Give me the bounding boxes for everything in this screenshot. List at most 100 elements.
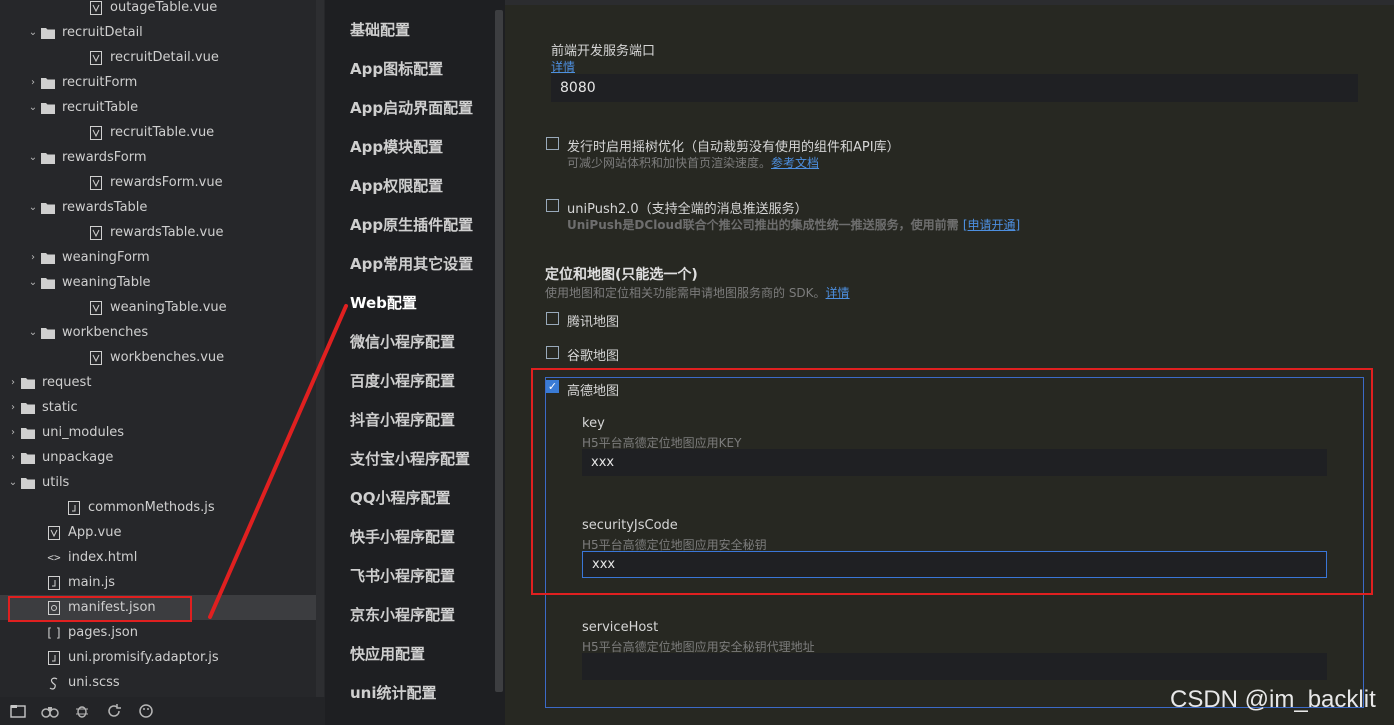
unipush-apply-link[interactable]: [申请开通] — [963, 218, 1020, 232]
tree-item-label: request — [42, 375, 92, 390]
nav-item[interactable]: 微信小程序配置 — [350, 331, 455, 352]
chevron-right-icon[interactable]: › — [6, 402, 20, 413]
chevron-down-icon[interactable]: ⌄ — [26, 27, 40, 38]
tree-file[interactable]: uni.scss — [0, 670, 318, 695]
unipush-description: UniPush是DCloud联合个推公司推出的集成性统一推送服务，使用前需 [申… — [567, 218, 1021, 232]
nav-item[interactable]: App模块配置 — [350, 136, 443, 157]
tree-folder[interactable]: ⌄ workbenches — [0, 320, 318, 345]
chevron-right-icon[interactable]: › — [26, 77, 40, 88]
folder-icon — [20, 377, 36, 389]
unipush-checkbox[interactable] — [546, 199, 559, 212]
tree-item-label: recruitTable — [62, 100, 139, 115]
watermark: CSDN @im_backlit — [1170, 686, 1376, 713]
tree-file[interactable]: uni.promisify.adaptor.js — [0, 645, 318, 670]
nav-item[interactable]: 支付宝小程序配置 — [350, 448, 470, 469]
chevron-down-icon[interactable]: ⌄ — [26, 102, 40, 113]
nav-item[interactable]: 抖音小程序配置 — [350, 409, 455, 430]
bug-icon[interactable] — [70, 700, 94, 722]
palette-icon[interactable] — [134, 700, 158, 722]
files-icon[interactable] — [6, 700, 30, 722]
amap-highlight-box — [531, 368, 1373, 595]
tree-folder[interactable]: › unpackage — [0, 445, 318, 470]
chevron-down-icon[interactable]: ⌄ — [26, 277, 40, 288]
tree-item-label: workbenches.vue — [110, 350, 225, 365]
folder-icon — [20, 452, 36, 464]
nav-item[interactable]: App原生插件配置 — [350, 214, 473, 235]
chevron-right-icon[interactable]: › — [26, 252, 40, 263]
chevron-right-icon[interactable]: › — [6, 377, 20, 388]
nav-item[interactable]: 百度小程序配置 — [350, 370, 455, 391]
folder-icon — [20, 477, 36, 489]
js-file-icon — [46, 650, 62, 665]
tree-folder[interactable]: › recruitForm — [0, 70, 318, 95]
explorer-scrollbar[interactable] — [316, 0, 324, 700]
service-host-label: serviceHost — [582, 620, 659, 635]
tree-folder[interactable]: ⌄ weaningTable — [0, 270, 318, 295]
tree-folder[interactable]: ⌄ recruitDetail — [0, 20, 318, 45]
chevron-right-icon[interactable]: › — [6, 452, 20, 463]
chevron-down-icon[interactable]: ⌄ — [26, 327, 40, 338]
tree-file[interactable]: rewardsTable.vue — [0, 220, 318, 245]
nav-item[interactable]: QQ小程序配置 — [350, 487, 451, 508]
nav-item[interactable]: 基础配置 — [350, 19, 410, 40]
google-map-checkbox[interactable] — [546, 346, 559, 359]
nav-item[interactable]: Web配置 — [350, 292, 417, 313]
tree-item-label: unpackage — [42, 450, 114, 465]
vue-file-icon — [88, 175, 104, 190]
map-detail-link[interactable]: 详情 — [826, 286, 850, 300]
treeshake-doc-link[interactable]: 参考文档 — [771, 156, 819, 170]
nav-scrollbar[interactable] — [495, 10, 503, 692]
map-section-title: 定位和地图(只能选一个) — [545, 267, 698, 283]
tree-folder[interactable]: › static — [0, 395, 318, 420]
tree-item-label: main.js — [68, 575, 115, 590]
treeshake-checkbox[interactable] — [546, 137, 559, 150]
nav-item[interactable]: App常用其它设置 — [350, 253, 473, 274]
nav-item[interactable]: 快应用配置 — [350, 643, 425, 664]
tree-file[interactable]: workbenches.vue — [0, 345, 318, 370]
tree-item-label: uni_modules — [42, 425, 125, 440]
nav-item[interactable]: App启动界面配置 — [350, 97, 473, 118]
explorer-bottom-toolbar — [0, 697, 325, 725]
tree-file[interactable]: weaningTable.vue — [0, 295, 318, 320]
tree-folder[interactable]: › request — [0, 370, 318, 395]
tree-file[interactable]: recruitDetail.vue — [0, 45, 318, 70]
tree-folder[interactable]: ⌄ utils — [0, 470, 318, 495]
tree-file[interactable]: recruitTable.vue — [0, 120, 318, 145]
unipush-label: uniPush2.0（支持全端的消息推送服务） — [567, 202, 808, 217]
sync-icon[interactable] — [102, 700, 126, 722]
tree-file[interactable]: commonMethods.js — [0, 495, 318, 520]
tree-file[interactable]: rewardsForm.vue — [0, 170, 318, 195]
folder-icon — [40, 77, 56, 89]
nav-item[interactable]: 京东小程序配置 — [350, 604, 455, 625]
tree-folder[interactable]: › weaningForm — [0, 245, 318, 270]
tree-folder[interactable]: › uni_modules — [0, 420, 318, 445]
tree-file[interactable]: outageTable.vue — [0, 0, 318, 20]
tencent-map-checkbox[interactable] — [546, 312, 559, 325]
tree-folder[interactable]: ⌄ recruitTable — [0, 95, 318, 120]
chevron-right-icon[interactable]: › — [6, 427, 20, 438]
port-detail-link[interactable]: 详情 — [551, 58, 575, 75]
tree-file[interactable]: [ ] pages.json — [0, 620, 318, 645]
nav-item[interactable]: 快手小程序配置 — [350, 526, 455, 547]
port-input[interactable]: 8080 — [551, 74, 1358, 102]
tree-item-label: commonMethods.js — [88, 500, 215, 515]
tree-file[interactable]: App.vue — [0, 520, 318, 545]
nav-item[interactable]: App图标配置 — [350, 58, 443, 79]
tree-item-label: index.html — [68, 550, 138, 565]
folder-icon — [40, 152, 56, 164]
nav-item[interactable]: 飞书小程序配置 — [350, 565, 455, 586]
tree-item-label: weaningForm — [62, 250, 150, 265]
nav-item[interactable]: uni统计配置 — [350, 682, 437, 703]
folder-icon — [40, 202, 56, 214]
nav-item[interactable]: App权限配置 — [350, 175, 443, 196]
chevron-down-icon[interactable]: ⌄ — [26, 152, 40, 163]
binoculars-icon[interactable] — [38, 700, 62, 722]
tree-folder[interactable]: ⌄ rewardsTable — [0, 195, 318, 220]
tree-item-label: recruitDetail.vue — [110, 50, 219, 65]
tree-folder[interactable]: ⌄ rewardsForm — [0, 145, 318, 170]
chevron-down-icon[interactable]: ⌄ — [6, 477, 20, 488]
tree-file[interactable]: main.js — [0, 570, 318, 595]
chevron-down-icon[interactable]: ⌄ — [26, 202, 40, 213]
service-host-input[interactable] — [582, 653, 1327, 680]
tree-file[interactable]: <> index.html — [0, 545, 318, 570]
